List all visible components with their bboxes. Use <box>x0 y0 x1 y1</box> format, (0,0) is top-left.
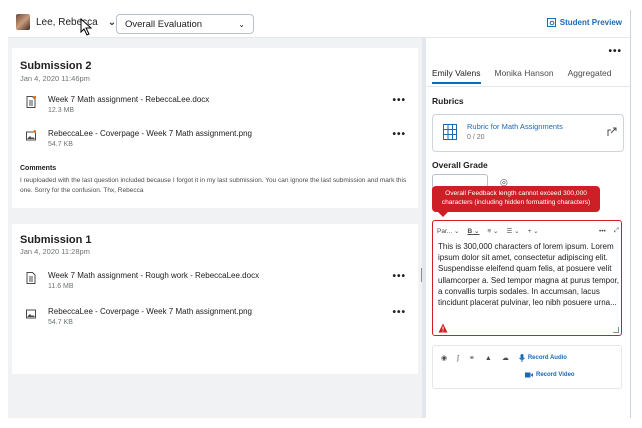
rubrics-label: Rubrics <box>432 96 464 106</box>
image-icon <box>26 309 36 319</box>
more-options-icon[interactable]: ••• <box>392 129 406 140</box>
image-icon <box>26 130 36 141</box>
align-icon: ≡ <box>487 228 492 235</box>
submissions-pane[interactable]: Submission 2 Jan 4, 2020 11:46pm Week 7 … <box>8 38 422 418</box>
user-avatar <box>16 14 30 30</box>
record-video-label: Record Video <box>536 372 575 378</box>
cloud-icon[interactable]: ☁ <box>502 354 509 362</box>
video-camera-icon <box>525 372 533 378</box>
file-size: 54.7 KB <box>48 141 73 148</box>
resize-handle[interactable] <box>613 327 619 333</box>
submission-title: Submission 1 <box>20 234 92 246</box>
mouse-cursor-icon <box>80 18 93 36</box>
list-button[interactable]: ☰ ⌄ <box>506 227 519 235</box>
student-preview-label: Student Preview <box>559 18 622 27</box>
equation-icon[interactable]: ∫ <box>457 355 459 362</box>
file-size: 12.3 MB <box>48 107 75 114</box>
file-size: 11.6 MB <box>48 283 74 290</box>
overall-grade-label: Overall Grade <box>432 160 488 170</box>
comments-label: Comments <box>20 165 57 172</box>
file-row[interactable]: Week 7 Math assignment - RebeccaLee.docx… <box>22 94 410 118</box>
top-bar: Lee, Rebecca ⌄ Overall Evaluation ⌄ Stud… <box>8 10 630 38</box>
chevron-down-icon: ⌄ <box>238 19 245 29</box>
rubric-grid-icon <box>443 124 457 140</box>
open-popout-icon[interactable] <box>607 127 617 137</box>
upload-icon[interactable]: ▲ <box>485 355 492 362</box>
file-row[interactable]: RebeccaLee - Coverpage - Week 7 Math ass… <box>22 128 410 152</box>
file-name[interactable]: Week 7 Math assignment - Rough work - Re… <box>48 271 259 280</box>
submission-date: Jan 4, 2020 11:46pm <box>20 74 90 83</box>
tab-emily-valens[interactable]: Emily Valens <box>432 68 481 84</box>
file-size: 54.7 KB <box>48 319 73 326</box>
evaluation-select-value: Overall Evaluation <box>125 18 203 30</box>
user-selector[interactable]: Lee, Rebecca ⌄ <box>16 14 116 30</box>
file-row[interactable]: Week 7 Math assignment - Rough work - Re… <box>22 270 410 294</box>
chevron-down-icon[interactable]: ⌄ <box>108 17 116 28</box>
feedback-media-bar: ◉ ∫ ⚭ ▲ ☁ Record Audio Record Video <box>432 345 622 389</box>
editor-toolbar: Par... ⌄ B ⌄ ≡ ⌄ ☰ ⌄ + ⌄ ••• ⤢ <box>437 225 619 237</box>
submission-title: Submission 2 <box>20 60 92 72</box>
window-edge <box>630 10 631 418</box>
more-options-icon[interactable]: ••• <box>392 307 406 318</box>
link-icon[interactable]: ⚭ <box>469 354 475 362</box>
record-audio-label: Record Audio <box>527 355 567 361</box>
bold-label: B <box>467 228 473 235</box>
rubric-card[interactable]: Rubric for Math Assignments 0 / 20 <box>432 114 624 152</box>
plus-icon: + <box>527 228 532 235</box>
submission-card: Submission 1 Jan 4, 2020 11:28pm Week 7 … <box>12 224 418 374</box>
submission-card: Submission 2 Jan 4, 2020 11:46pm Week 7 … <box>12 48 418 208</box>
paragraph-format-button[interactable]: Par... ⌄ <box>437 227 459 235</box>
more-options-icon[interactable]: ••• <box>608 46 622 57</box>
file-name[interactable]: Week 7 Math assignment - RebeccaLee.docx <box>48 95 209 104</box>
tab-monika-hanson[interactable]: Monika Hanson <box>495 68 554 84</box>
record-audio-button[interactable]: Record Audio <box>518 354 567 362</box>
file-name[interactable]: RebeccaLee - Coverpage - Week 7 Math ass… <box>48 129 252 138</box>
tabs-divider <box>426 86 630 87</box>
document-icon <box>26 96 36 108</box>
tab-aggregated[interactable]: Aggregated <box>568 68 612 84</box>
file-row[interactable]: RebeccaLee - Coverpage - Week 7 Math ass… <box>22 306 410 330</box>
record-video-button[interactable]: Record Video <box>525 372 575 378</box>
warning-icon <box>438 323 448 333</box>
preview-icon <box>546 18 556 27</box>
list-icon: ☰ <box>506 228 513 235</box>
document-icon <box>26 272 36 284</box>
align-button[interactable]: ≡ ⌄ <box>487 227 498 235</box>
student-preview-button[interactable]: Student Preview <box>546 18 622 27</box>
rubric-score: 0 / 20 <box>467 134 485 141</box>
comments-text: I reuploaded with the last question incl… <box>20 177 407 194</box>
more-options-icon[interactable]: ••• <box>392 95 406 106</box>
eye-icon[interactable]: ◉ <box>441 354 447 362</box>
file-name[interactable]: RebeccaLee - Coverpage - Week 7 Math ass… <box>48 307 252 316</box>
error-tooltip: Overall Feedback length cannot exceed 30… <box>432 186 600 217</box>
more-options-icon[interactable]: ••• <box>392 271 406 282</box>
insert-button[interactable]: + ⌄ <box>528 227 539 235</box>
more-options-icon[interactable]: ••• <box>599 228 606 235</box>
evaluation-panel: ••• Emily Valens Monika Hanson Aggregate… <box>426 38 630 418</box>
feedback-text[interactable]: This is 300,000 characters of lorem ipsu… <box>438 241 620 308</box>
feedback-editor[interactable]: Par... ⌄ B ⌄ ≡ ⌄ ☰ ⌄ + ⌄ ••• ⤢ This is 3… <box>432 220 622 336</box>
microphone-icon <box>518 354 525 362</box>
paragraph-format-label: Par... <box>437 228 453 235</box>
bold-button[interactable]: B ⌄ <box>467 227 479 235</box>
fullscreen-icon[interactable]: ⤢ <box>614 227 619 235</box>
evaluator-tabs: Emily Valens Monika Hanson Aggregated <box>432 68 612 84</box>
evaluation-select[interactable]: Overall Evaluation ⌄ <box>116 14 254 34</box>
rubric-link[interactable]: Rubric for Math Assignments <box>467 122 563 131</box>
submission-date: Jan 4, 2020 11:28pm <box>20 247 90 256</box>
